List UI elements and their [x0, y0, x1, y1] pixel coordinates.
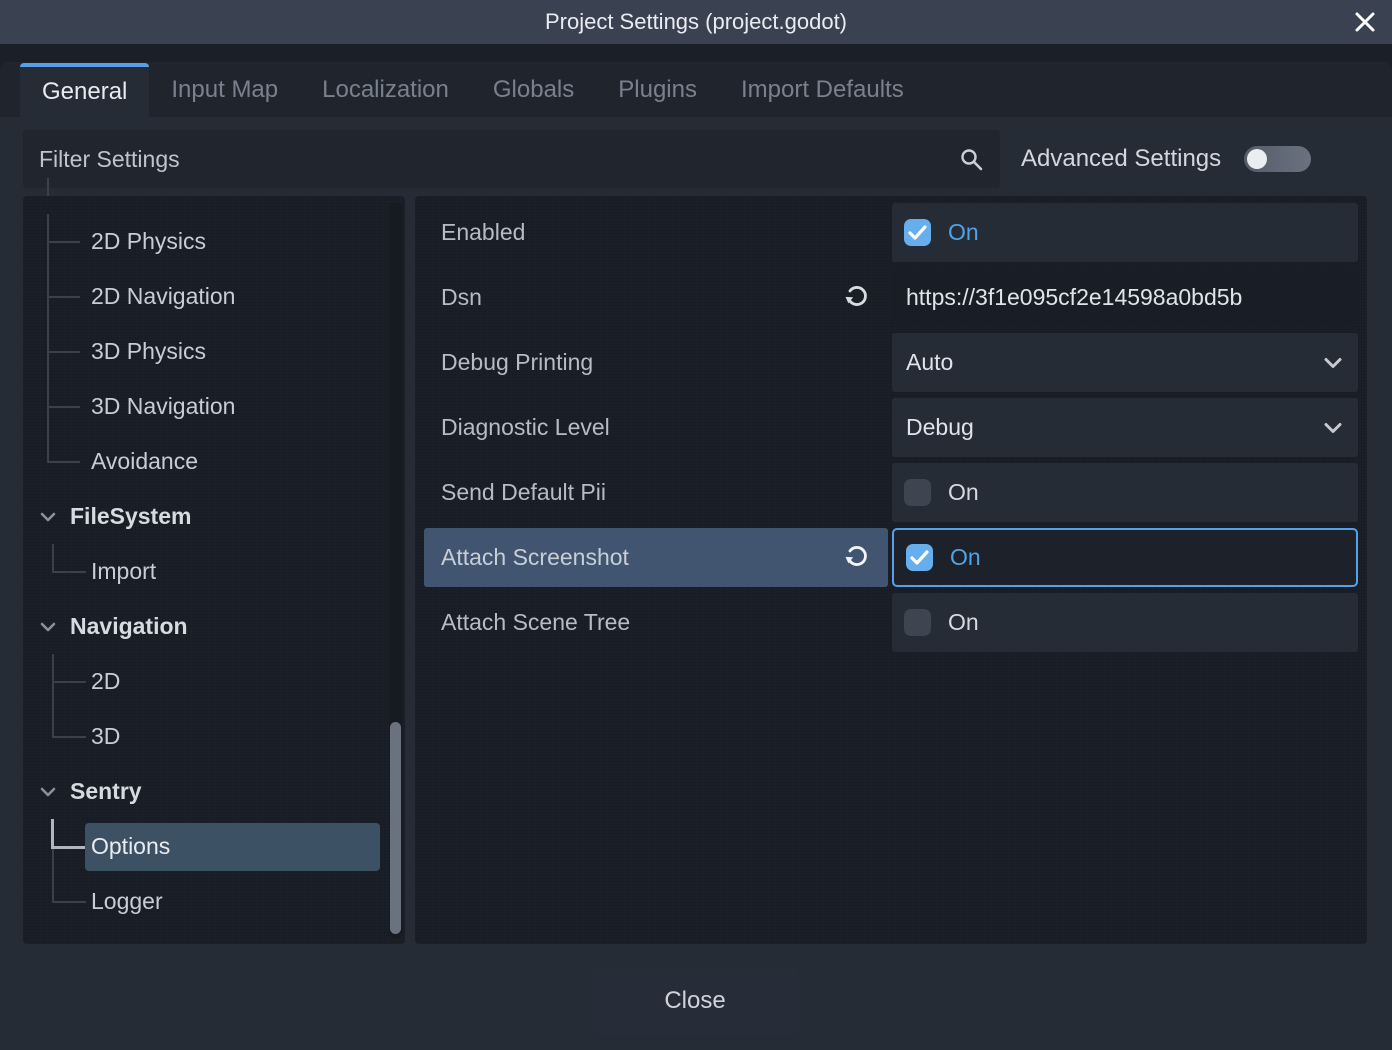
search-icon	[958, 146, 985, 173]
attach-scene-tree-checkbox[interactable]	[904, 609, 931, 636]
check-icon	[908, 225, 927, 240]
tree-item-avoidance[interactable]: Avoidance	[23, 434, 405, 489]
chevron-down-icon	[1322, 421, 1344, 435]
checkbox-state-label: On	[950, 544, 981, 571]
setting-row-enabled: Enabled On	[415, 200, 1367, 265]
tree-item-2d[interactable]: 2D	[23, 654, 405, 709]
setting-row-attach-scene-tree: Attach Scene Tree On	[415, 590, 1367, 655]
tab-localization[interactable]: Localization	[300, 63, 471, 117]
setting-row-dsn: Dsn	[415, 265, 1367, 330]
setting-label: Enabled	[424, 203, 888, 262]
tree-item-2d-physics[interactable]: 2D Physics	[23, 214, 405, 269]
window-title: Project Settings (project.godot)	[545, 9, 847, 35]
debug-printing-dropdown[interactable]: Auto	[892, 333, 1358, 392]
tree-item-3d-navigation[interactable]: 3D Navigation	[23, 379, 405, 434]
dialog-content: Advanced Settings 2D Physics 2D Navigati…	[0, 117, 1392, 1050]
tree-item-2d-navigation[interactable]: 2D Navigation	[23, 269, 405, 324]
checkbox-state-label: On	[948, 219, 979, 246]
setting-label: Attach Screenshot	[441, 544, 629, 571]
chevron-down-icon	[38, 620, 58, 634]
close-icon[interactable]	[1351, 8, 1379, 36]
tab-plugins[interactable]: Plugins	[596, 63, 719, 117]
diagnostic-level-dropdown[interactable]: Debug	[892, 398, 1358, 457]
send-default-pii-checkbox[interactable]	[904, 479, 931, 506]
tree-item-logger[interactable]: Logger	[23, 874, 405, 929]
setting-label: Diagnostic Level	[424, 398, 888, 457]
setting-label: Debug Printing	[424, 333, 888, 392]
settings-inspector: Enabled On Dsn	[415, 196, 1367, 944]
tree-item-options[interactable]: Options	[23, 819, 405, 874]
dsn-input[interactable]	[892, 271, 1358, 324]
revert-icon[interactable]	[843, 284, 870, 311]
setting-row-diagnostic-level: Diagnostic Level Debug	[415, 395, 1367, 460]
tree-item-3d-physics[interactable]: 3D Physics	[23, 324, 405, 379]
chevron-down-icon	[38, 785, 58, 799]
revert-icon[interactable]	[843, 544, 870, 571]
settings-tree: 2D Physics 2D Navigation 3D Physics 3D N…	[23, 196, 405, 944]
tab-general[interactable]: General	[20, 63, 149, 117]
tab-import-defaults[interactable]: Import Defaults	[719, 63, 926, 117]
advanced-settings-toggle[interactable]	[1244, 146, 1311, 172]
advanced-settings-label: Advanced Settings	[1021, 145, 1221, 173]
setting-label: Send Default Pii	[424, 463, 888, 522]
tree-category-navigation[interactable]: Navigation	[23, 599, 405, 654]
tree-item-import[interactable]: Import	[23, 544, 405, 599]
setting-label: Attach Scene Tree	[424, 593, 888, 652]
toggle-knob-icon	[1247, 149, 1267, 169]
tree-category-filesystem[interactable]: FileSystem	[23, 489, 405, 544]
tab-bar: General Input Map Localization Globals P…	[0, 62, 1392, 117]
filter-settings-input[interactable]	[23, 130, 1000, 188]
setting-label: Dsn	[441, 284, 482, 311]
chevron-down-icon	[38, 510, 58, 524]
setting-row-debug-printing: Debug Printing Auto	[415, 330, 1367, 395]
tree-scrollbar-thumb[interactable]	[390, 722, 401, 934]
setting-row-send-default-pii: Send Default Pii On	[415, 460, 1367, 525]
chevron-down-icon	[1322, 356, 1344, 370]
tree-item-3d[interactable]: 3D	[23, 709, 405, 764]
toolbar: Advanced Settings	[23, 130, 1367, 188]
tree-category-sentry[interactable]: Sentry	[23, 764, 405, 819]
setting-row-attach-screenshot: Attach Screenshot On	[415, 525, 1367, 590]
attach-screenshot-checkbox[interactable]	[906, 544, 933, 571]
tree-scrollbar[interactable]	[389, 202, 402, 938]
checkbox-state-label: On	[948, 609, 979, 636]
title-bar: Project Settings (project.godot)	[0, 0, 1392, 44]
tab-globals[interactable]: Globals	[471, 63, 596, 117]
enabled-checkbox[interactable]	[904, 219, 931, 246]
focused-value-cell: On	[892, 528, 1358, 587]
close-button[interactable]: Close	[591, 967, 799, 1035]
tab-input-map[interactable]: Input Map	[149, 63, 300, 117]
check-icon	[910, 550, 929, 565]
checkbox-state-label: On	[948, 479, 979, 506]
